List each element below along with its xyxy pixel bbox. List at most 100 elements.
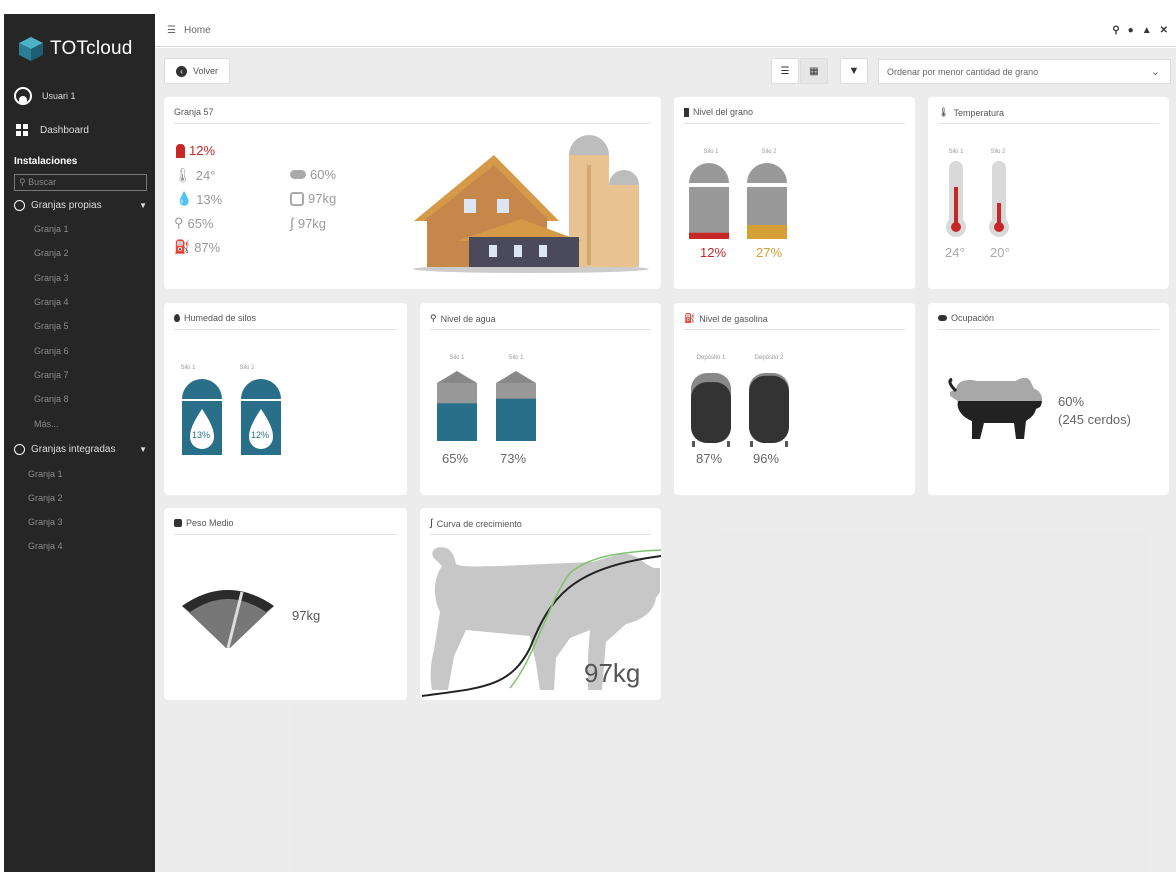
tank-leg (692, 441, 695, 447)
tank-fill (691, 382, 731, 443)
sidebar-item-more[interactable]: Más... (4, 411, 155, 435)
sidebar-item-farm[interactable]: Granja 5 (4, 314, 155, 338)
faucet-icon: ⚲ (174, 215, 184, 230)
sort-select[interactable]: Ordenar por menor cantidad de grano ⌄ (878, 59, 1171, 84)
user-name: Usuari 1 (42, 91, 76, 101)
sidebar-item-farm[interactable]: Granja 3 (4, 266, 155, 290)
pig-occupancy-graphic (948, 377, 1043, 439)
scale-icon (174, 519, 182, 527)
blank-area (720, 532, 1150, 872)
sidebar-item-farm[interactable]: Granja 2 (4, 486, 155, 510)
growth-curve-card[interactable]: ∫ Curva de crecimiento 97kg (420, 508, 661, 700)
sidebar-item-farm[interactable]: Granja 1 (4, 462, 155, 486)
stat-fuel: ⛽ 87% (174, 239, 220, 255)
tank-leg (750, 441, 753, 447)
blank-area (292, 704, 722, 872)
grid-view-button[interactable]: ▦ (800, 58, 828, 84)
sidebar-item-farm[interactable]: Granja 2 (4, 241, 155, 265)
sidebar-item-farm[interactable]: Granja 3 (4, 510, 155, 534)
logo[interactable]: TOTcloud (4, 14, 155, 72)
sidebar-item-farm[interactable]: Granja 7 (4, 363, 155, 387)
chevron-down-icon: ⌄ (1150, 66, 1160, 78)
filter-icon: ▼ (848, 65, 860, 77)
sidebar-item-farm[interactable]: Granja 1 (4, 217, 155, 241)
card-title: Peso Medio (174, 518, 234, 528)
circle-icon (14, 199, 25, 211)
fuel-value: 87% (696, 451, 723, 466)
scale-icon (290, 191, 304, 206)
occupancy-detail: (245 cerdos) (1058, 412, 1131, 427)
fuel-value: 96% (753, 451, 780, 466)
group-own-farms[interactable]: Granjas propias ▼ (4, 193, 155, 217)
silo-fill (496, 398, 536, 441)
stat-value: 60% (310, 167, 337, 182)
silo-body (689, 187, 729, 239)
card-title-text: Nivel del grano (693, 107, 754, 117)
grain-level-card[interactable]: Nivel del grano Silo 1 Silo 2 12% 27% (674, 97, 915, 289)
weight-value: 97kg (292, 608, 321, 623)
dashboard-grid-icon (16, 124, 28, 136)
list-view-button[interactable]: ☰ (771, 58, 799, 84)
stat-value: 24° (195, 168, 216, 183)
grid-view-icon: ▦ (809, 65, 819, 77)
user-icon[interactable]: ● (1128, 25, 1134, 36)
user-menu[interactable]: Usuari 1 (4, 72, 155, 112)
group-integrated-farms[interactable]: Granjas integradas ▼ (4, 438, 155, 462)
stat-water: ⚲ 65% (174, 215, 214, 231)
growth-curve-icon: ∫ (290, 215, 294, 231)
silo-label: Silo 1 (703, 149, 719, 155)
fuel-tank-graphic (691, 373, 789, 447)
farm-card[interactable]: Granja 57 12% 🌡 24° 💧 13% ⚲ 65% ⛽ 87% 60… (164, 97, 661, 289)
sidebar-item-farm[interactable]: Granja 4 (4, 534, 155, 558)
sidebar-item-farm[interactable]: Granja 6 (4, 338, 155, 362)
back-label: Volver (192, 66, 218, 76)
chevron-down-icon: ▼ (139, 200, 147, 210)
temperature-card[interactable]: 🌡 Temperatura Silo 1 Silo 2 24° 20° (928, 97, 1169, 289)
sidebar-item-dashboard[interactable]: Dashboard (4, 112, 155, 148)
stat-value: 87% (194, 239, 221, 255)
card-title-text: Humedad de silos (184, 313, 257, 323)
grain-silo-graphic (689, 163, 787, 239)
farm-illustration (413, 135, 649, 273)
search-input[interactable]: ⚲ Buscar (14, 174, 147, 191)
tank-fill (749, 375, 789, 443)
pig-icon (938, 315, 947, 321)
stat-value: 12% (189, 143, 216, 158)
filter-button[interactable]: ▼ (840, 58, 868, 84)
occupancy-text: 60% (245 cerdos) (1058, 393, 1131, 429)
sidebar-item-farm[interactable]: Granja 8 (4, 387, 155, 411)
water-level-card[interactable]: ⚲ Nivel de agua Silo 1 Silo 1 65% 73% (420, 303, 661, 495)
card-title-text: Ocupación (951, 313, 995, 323)
water-value: 65% (442, 451, 469, 466)
faucet-icon: ⚲ (430, 313, 437, 323)
silo-label: Silo 2 (761, 149, 777, 155)
card-title: 🌡 Temperatura (938, 107, 1004, 118)
stat-value: 97kg (308, 191, 337, 206)
silo-value: 27% (756, 245, 783, 260)
expand-icon[interactable]: ✕ (1160, 25, 1168, 36)
silo-dome (689, 163, 729, 183)
back-button[interactable]: ‹ Volver (164, 58, 230, 84)
alert-icon[interactable]: ▲ (1142, 25, 1152, 36)
drop-icon (174, 314, 180, 322)
cube-logo-icon (19, 37, 43, 61)
card-title: ∫ Curva de crecimiento (430, 518, 522, 529)
humidity-card[interactable]: Humedad de silos Silo 1 Silo 2 13% 12% (164, 303, 407, 495)
silo-roof (496, 371, 536, 383)
sidebar-item-label: Dashboard (40, 124, 89, 136)
stat-weight: 97kg (290, 191, 336, 206)
sidebar-item-farm[interactable]: Granja 4 (4, 290, 155, 314)
silo-fill (689, 232, 729, 239)
user-avatar-icon (14, 87, 32, 105)
stat-growth: ∫ 97kg (290, 215, 326, 231)
occupancy-card[interactable]: Ocupación 60% (245 cerdos) (928, 303, 1169, 495)
card-title: Ocupación (938, 313, 994, 323)
menu-icon[interactable]: ☰ (167, 25, 176, 36)
top-tools: ⚲ ● ▲ ✕ (1112, 25, 1168, 36)
search-icon[interactable]: ⚲ (1112, 25, 1119, 36)
fuel-level-card[interactable]: ⛽ Nivel de gasolina Depósito 1 Depósito … (674, 303, 915, 495)
average-weight-card[interactable]: Peso Medio 97kg (164, 508, 407, 700)
temp-value: 20° (990, 245, 1010, 260)
breadcrumb[interactable]: Home (184, 25, 211, 36)
stat-value: 65% (187, 215, 214, 231)
